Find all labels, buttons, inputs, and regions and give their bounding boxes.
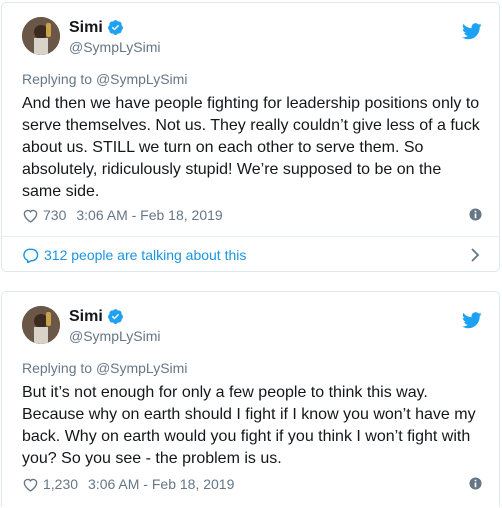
- verified-badge-icon: [107, 20, 123, 35]
- twitter-bird-icon[interactable]: [462, 23, 482, 40]
- conversation-link[interactable]: 312 people are talking about this: [22, 245, 482, 265]
- tweet-text: But it’s not enough for only a few peopl…: [22, 384, 476, 467]
- author-handle[interactable]: @SympLySimi: [69, 39, 161, 55]
- timestamp[interactable]: 3:06 AM - Feb 18, 2019: [76, 207, 222, 223]
- like-count[interactable]: 1,230: [43, 476, 78, 492]
- replying-label: Replying to: [22, 360, 96, 376]
- replying-label: Replying to: [22, 71, 96, 87]
- replying-to: Replying to @SympLySimi: [22, 360, 187, 376]
- tweet-header: Simi @SympLySimi: [22, 306, 482, 346]
- chevron-right-icon: [471, 248, 480, 262]
- timestamp[interactable]: 3:06 AM - Feb 18, 2019: [88, 476, 234, 492]
- tweet-card: Simi @SympLySimi Replying to @SympLySimi…: [1, 291, 500, 507]
- conversation-label: 312 people are talking about this: [44, 247, 247, 263]
- replying-handle-link[interactable]: @SympLySimi: [96, 71, 188, 87]
- info-icon[interactable]: [469, 477, 482, 490]
- speech-bubble-icon: [23, 248, 39, 263]
- like-count[interactable]: 730: [43, 207, 66, 223]
- tweet-card: Simi @SympLySimi Replying to @SympLySimi…: [1, 2, 500, 272]
- tweet-header: Simi @SympLySimi: [22, 17, 482, 57]
- tweet-meta: 1,230 3:06 AM - Feb 18, 2019: [22, 475, 482, 493]
- avatar[interactable]: [22, 306, 60, 344]
- replying-handle-link[interactable]: @SympLySimi: [96, 360, 188, 376]
- info-icon[interactable]: [469, 208, 482, 221]
- divider: [2, 236, 499, 237]
- heart-icon[interactable]: [22, 477, 39, 492]
- tweet-meta: 730 3:06 AM - Feb 18, 2019: [22, 206, 482, 224]
- author-handle[interactable]: @SympLySimi: [69, 328, 161, 344]
- author-name[interactable]: Simi: [69, 308, 103, 326]
- author-name[interactable]: Simi: [69, 19, 103, 37]
- twitter-bird-icon[interactable]: [462, 312, 482, 329]
- verified-badge-icon: [107, 309, 123, 324]
- tweet-text: And then we have people fighting for lea…: [22, 95, 480, 200]
- avatar[interactable]: [22, 17, 60, 55]
- replying-to: Replying to @SympLySimi: [22, 71, 187, 87]
- heart-icon[interactable]: [22, 208, 39, 223]
